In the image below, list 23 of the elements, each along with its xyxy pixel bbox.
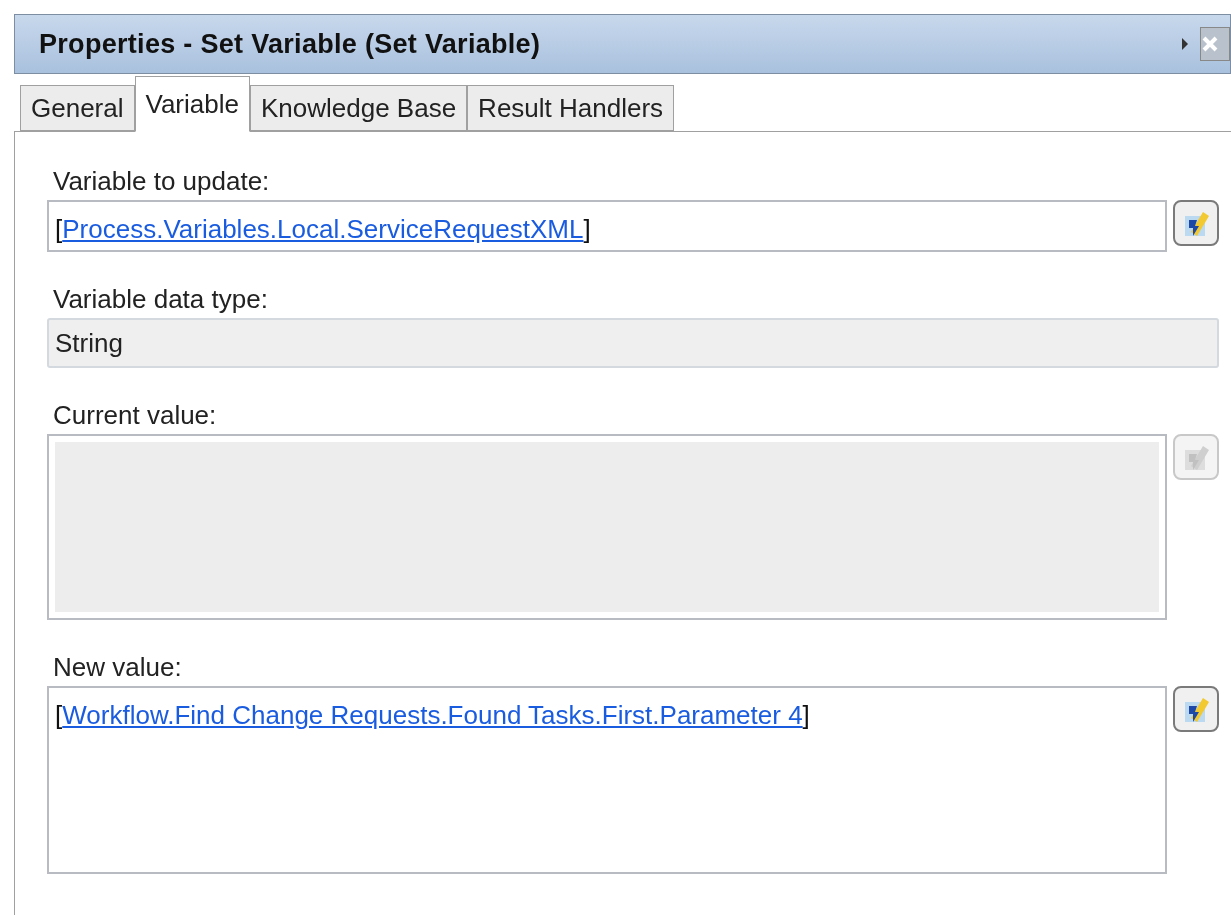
field-label: Current value: <box>52 399 218 432</box>
field-label: Variable data type: <box>52 283 269 316</box>
tab[interactable]: Knowledge Base <box>249 85 468 131</box>
tab[interactable]: Result Handlers <box>467 85 675 131</box>
variable-link[interactable]: Process.Variables.Local.ServiceRequestXML <box>62 214 584 244</box>
play-icon[interactable] <box>1180 37 1190 51</box>
field-label: Variable to update: <box>52 165 271 198</box>
close-icon <box>1201 35 1219 53</box>
field-label: New value: <box>52 651 183 684</box>
tab[interactable]: Variable <box>134 76 250 132</box>
picker-button[interactable] <box>1173 200 1219 246</box>
input-field[interactable]: String <box>47 318 1219 368</box>
input-field[interactable]: [Process.Variables.Local.ServiceRequestXML] <box>47 200 1167 252</box>
input-field[interactable]: [Workflow.Find Change Requests.Found Tasks.First.Parameter 4] <box>47 686 1167 874</box>
tab[interactable]: General <box>20 85 135 131</box>
window-title: Properties - Set Variable (Set Variable) <box>39 27 541 61</box>
picker-button[interactable] <box>1173 686 1219 732</box>
variable-link[interactable]: Workflow.Find Change Requests.Found Tasks.First.Parameter 4 <box>62 700 803 730</box>
close-button[interactable] <box>1200 27 1230 61</box>
bracket-text: [ <box>55 214 63 244</box>
bracket-text: ] <box>802 700 810 730</box>
bracket-text: [ <box>55 700 63 730</box>
bracket-text: ] <box>583 214 591 244</box>
